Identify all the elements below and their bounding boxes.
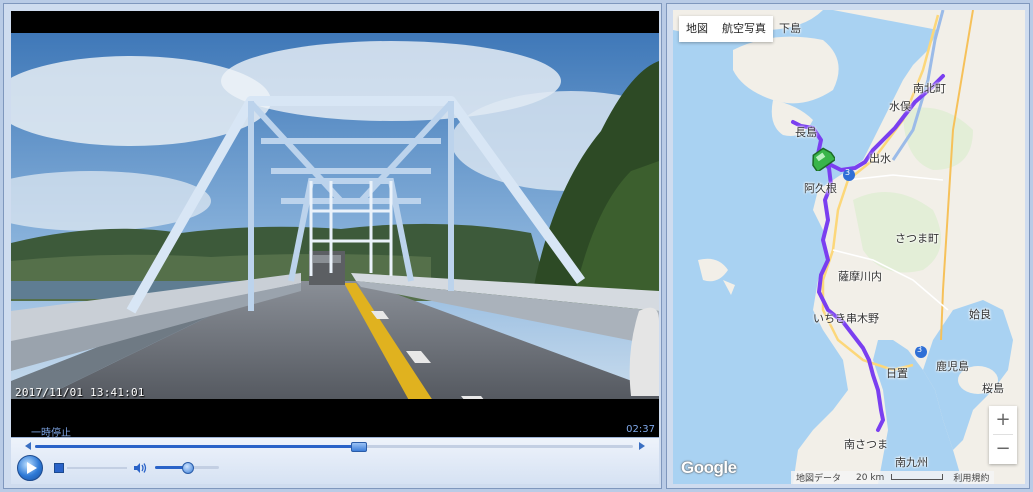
map-attribution: 地図データ 20 km 利用規約 [791, 471, 995, 484]
play-button[interactable] [17, 455, 43, 481]
map-type-roadmap[interactable]: 地図 [679, 16, 715, 42]
map-window: 3 3 下島 南北町 水俣 長島 出水 阿久根 さつま町 薩摩川内 いちき串木野… [666, 3, 1030, 489]
video-timestamp-overlay: 2017/11/01 13:41:01 [15, 386, 145, 399]
volume-slider-thumb[interactable] [182, 462, 194, 474]
scale-bar [891, 474, 944, 480]
terms-link[interactable]: 利用規約 [948, 471, 994, 484]
place-ichikikushikino: いちき串木野 [813, 312, 879, 325]
place-kagoshima: 鹿児島 [936, 360, 969, 373]
map-type-control: 地図 航空写真 [679, 16, 773, 42]
place-mizuho: 水俣 [889, 100, 911, 113]
place-nagashima: 長島 [795, 126, 817, 139]
stop-button[interactable] [54, 463, 64, 473]
place-akune: 阿久根 [804, 182, 837, 195]
place-hioki: 日置 [886, 367, 908, 380]
place-shimojima: 下島 [779, 22, 801, 35]
seek-bar-fill [35, 445, 358, 448]
place-aira: 姶良 [969, 308, 991, 321]
seek-forward-icon[interactable] [639, 442, 645, 450]
seek-bar[interactable] [35, 442, 633, 452]
place-sakurajima: 桜島 [982, 382, 1004, 395]
place-satsuma: さつま町 [895, 232, 939, 245]
duration-label: 02:37 [626, 424, 655, 435]
vehicle-marker-icon[interactable] [809, 147, 835, 171]
place-satsumasendai: 薩摩川内 [838, 270, 882, 283]
place-minamishimabara: 南北町 [913, 82, 946, 95]
map-data-link[interactable]: 地図データ [791, 471, 846, 484]
map-type-satellite[interactable]: 航空写真 [715, 16, 773, 42]
video-display[interactable]: 2017/11/01 13:41:01 [11, 11, 659, 413]
player-status-bar: 一時停止 02:37 [11, 413, 659, 439]
place-minamikyushu: 南九州 [895, 456, 928, 469]
seek-back-icon[interactable] [25, 442, 31, 450]
volume-icon[interactable] [133, 462, 147, 474]
route-shield-3a: 3 [845, 168, 851, 177]
zoom-out-button[interactable]: − [989, 435, 1017, 463]
route-shield-3b: 3 [917, 345, 923, 354]
map-scale-label: 20 km [856, 472, 885, 483]
place-izumi: 出水 [869, 152, 891, 165]
map-tiles [673, 10, 1025, 484]
map-canvas[interactable]: 3 3 下島 南北町 水俣 長島 出水 阿久根 さつま町 薩摩川内 いちき串木野… [673, 10, 1025, 484]
place-minamisatsuma: 南さつま [844, 438, 888, 451]
zoom-control: + − [989, 406, 1017, 464]
google-logo: Google [681, 458, 737, 477]
seek-bar-thumb[interactable] [350, 442, 367, 452]
video-player-window: 2017/11/01 13:41:01 一時停止 02:37 [3, 3, 662, 489]
zoom-in-button[interactable]: + [989, 406, 1017, 434]
dashcam-frame-image [11, 11, 659, 413]
volume-slider[interactable] [155, 462, 219, 474]
player-controls [11, 437, 659, 484]
control-divider [67, 467, 127, 469]
map-scale: 20 km [846, 473, 948, 483]
